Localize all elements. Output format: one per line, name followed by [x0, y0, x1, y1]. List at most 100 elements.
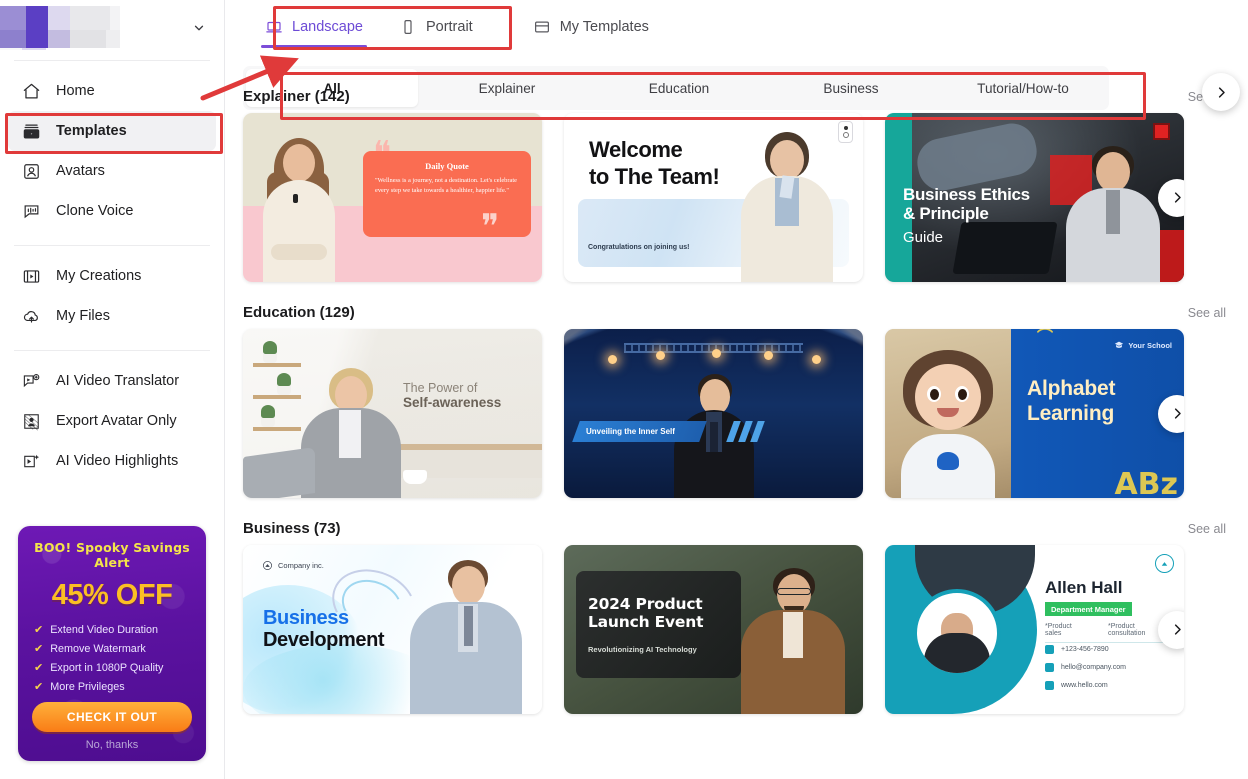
- my-templates-icon: [533, 18, 551, 36]
- section-title: Education (129): [243, 304, 355, 321]
- sidebar-item-home[interactable]: Home: [8, 71, 216, 111]
- chevron-right-icon: [1218, 86, 1225, 98]
- template-card-inner-self[interactable]: Unveiling the Inner Self: [564, 329, 863, 498]
- section-title: Explainer (142): [243, 88, 350, 105]
- sidebar-item-my-files[interactable]: My Files: [8, 296, 216, 336]
- creations-icon: [20, 265, 42, 287]
- sidebar-nav-primary: Home Templates Avatars Clone Voice: [0, 61, 224, 241]
- card-heading-line1: Alphabet: [1027, 377, 1116, 400]
- template-card-product-launch[interactable]: 2024 Product Launch Event Revolutionizin…: [564, 545, 863, 714]
- card-service-1: *Product sales: [1045, 623, 1072, 637]
- card-company-label: Company inc.: [278, 561, 324, 570]
- card-phone: +123-456-7890: [1061, 646, 1109, 653]
- card-subtitle: Development: [263, 629, 385, 651]
- sidebar-item-export-avatar-only[interactable]: Export Avatar Only: [8, 401, 216, 441]
- decor-red-badge: [1153, 123, 1170, 140]
- card-email: hello@company.com: [1061, 664, 1126, 671]
- avatar-icon: [20, 160, 42, 182]
- template-card-business-development[interactable]: Company inc. Business Development: [243, 545, 542, 714]
- watermark-badge: [838, 121, 853, 143]
- card-heading: Allen Hall: [1045, 578, 1123, 597]
- card-role-badge: Department Manager: [1045, 602, 1132, 616]
- tab-my-templates[interactable]: My Templates: [515, 0, 667, 54]
- sidebar-item-label: Templates: [56, 123, 127, 139]
- card-heading-line2: Launch Event: [588, 613, 704, 632]
- sidebar-item-label: Export Avatar Only: [56, 413, 177, 429]
- sidebar-item-label: AI Video Translator: [56, 373, 180, 389]
- promo-feature-label: Export in 1080P Quality: [50, 661, 164, 674]
- sidebar-item-templates[interactable]: Templates: [8, 111, 216, 151]
- export-avatar-icon: [20, 410, 42, 432]
- section-next-button[interactable]: [1158, 394, 1184, 433]
- template-card-business-ethics[interactable]: Business Ethics & Principle Guide: [885, 113, 1184, 282]
- check-icon: ✔: [34, 662, 44, 674]
- promo-feature-label: Extend Video Duration: [50, 623, 159, 636]
- template-card-alphabet-learning[interactable]: ABz ⌒ Alphabet Learning Your School: [885, 329, 1184, 498]
- template-card-allen-hall[interactable]: Allen Hall Department Manager *Product s…: [885, 545, 1184, 714]
- check-icon: ✔: [34, 643, 44, 655]
- chevron-down-icon[interactable]: [188, 17, 210, 39]
- section-header: Business (73) See all: [243, 520, 1248, 537]
- card-body: "Wellness is a journey, not a destinatio…: [375, 177, 517, 194]
- promo-discount: 45% OFF: [51, 579, 173, 611]
- card-tag-label: Unveiling the Inner Self: [586, 427, 675, 436]
- see-all-link[interactable]: See all: [1188, 522, 1226, 536]
- tab-portrait[interactable]: Portrait: [381, 0, 491, 54]
- card-heading: 2024 Product Launch Event: [588, 595, 703, 632]
- promo-feature: ✔ Extend Video Duration: [34, 623, 194, 637]
- promo-cta-button[interactable]: CHECK IT OUT: [32, 702, 192, 732]
- card-row: Company inc. Business Development 2024 P…: [243, 545, 1248, 714]
- sidebar-nav-tools: AI Video Translator Export Avatar Only A…: [0, 351, 224, 491]
- sidebar-item-ai-video-translator[interactable]: AI Video Translator: [8, 361, 216, 401]
- sidebar-item-my-creations[interactable]: My Creations: [8, 256, 216, 296]
- card-heading-line2: & Principle: [903, 204, 989, 224]
- card-heading-line1: Welcome: [589, 137, 683, 162]
- card-heading: Daily Quote: [425, 161, 469, 171]
- card-services: *Product sales *Product consultation: [1045, 623, 1174, 643]
- cloud-upload-icon: [20, 305, 42, 327]
- card-school-label: Your School: [1128, 340, 1172, 350]
- mail-icon: [1045, 663, 1054, 672]
- chevron-right-icon: [1174, 624, 1181, 635]
- brand-logo[interactable]: [0, 6, 120, 50]
- tab-landscape[interactable]: Landscape: [247, 0, 381, 54]
- chevron-right-icon: [1174, 192, 1181, 203]
- template-card-daily-quote[interactable]: ❝ Daily Quote "Wellness is a journey, no…: [243, 113, 542, 282]
- promo-title: BOO! Spooky Savings Alert: [34, 540, 190, 570]
- card-heading-line1: 2024 Product: [588, 595, 703, 613]
- promo-feature-label: More Privileges: [50, 680, 125, 693]
- promo-banner[interactable]: BOO! Spooky Savings Alert 45% OFF ✔ Exte…: [18, 526, 206, 761]
- section-header: Explainer (142) See all: [243, 88, 1248, 105]
- chevron-right-icon: [1174, 408, 1181, 419]
- card-subtitle: Guide: [903, 229, 944, 246]
- card-heading: Business: [263, 607, 349, 629]
- template-card-self-awareness[interactable]: The Power of Self-awareness: [243, 329, 542, 498]
- main-content: Landscape Portrait My Templates All Expl…: [225, 0, 1248, 779]
- orientation-tabs: Landscape Portrait My Templates: [225, 0, 1248, 54]
- see-all-link[interactable]: See all: [1188, 306, 1226, 320]
- phone-icon: [399, 18, 417, 36]
- sidebar-item-avatars[interactable]: Avatars: [8, 151, 216, 191]
- mountain-icon: [1161, 562, 1168, 566]
- quote-mark-icon: ❞: [481, 209, 500, 246]
- card-email-row: hello@company.com: [1045, 663, 1126, 672]
- translate-icon: [20, 370, 42, 392]
- sidebar-item-label: Home: [56, 83, 95, 99]
- check-icon: ✔: [34, 624, 44, 636]
- sidebar: Home Templates Avatars Clone Voice My Cr…: [0, 0, 225, 779]
- brand-row: [0, 0, 224, 56]
- section-education: Education (129) See all The Power of Sel…: [243, 304, 1248, 498]
- card-heading: Welcome to The Team!: [589, 137, 720, 191]
- card-row: ❝ Daily Quote "Wellness is a journey, no…: [243, 113, 1248, 282]
- sidebar-item-label: Clone Voice: [56, 203, 134, 219]
- template-sections-scroller[interactable]: Explainer (142) See all: [225, 54, 1248, 779]
- card-subtitle: Self-awareness: [403, 395, 502, 410]
- sidebar-item-clone-voice[interactable]: Clone Voice: [8, 191, 216, 231]
- sidebar-item-ai-video-highlights[interactable]: AI Video Highlights: [8, 441, 216, 481]
- template-card-welcome-team[interactable]: Welcome to The Team! Congratulations on …: [564, 113, 863, 282]
- category-next-button[interactable]: [1202, 73, 1240, 111]
- promo-feature: ✔ Export in 1080P Quality: [34, 661, 194, 675]
- promo-dismiss-link[interactable]: No, thanks: [30, 739, 194, 751]
- templates-icon: [20, 120, 42, 142]
- sidebar-item-label: My Files: [56, 308, 110, 324]
